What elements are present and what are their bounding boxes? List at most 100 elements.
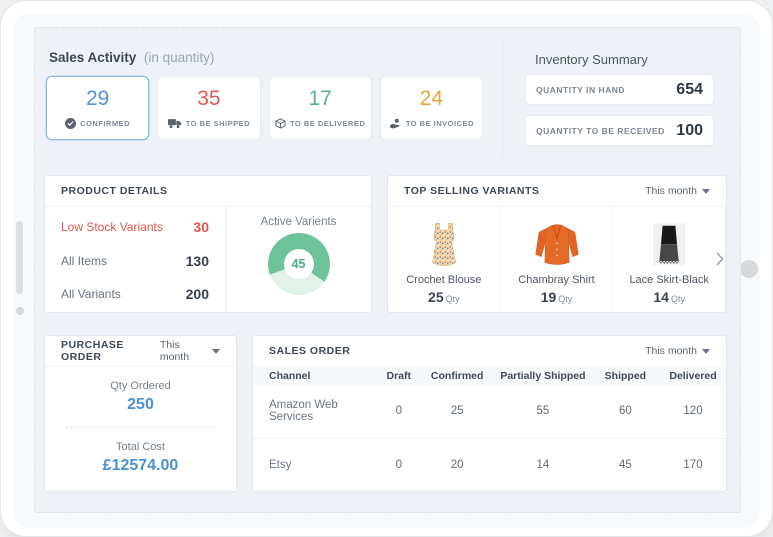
chambray-shirt-unit: Qty <box>558 294 572 304</box>
column-draft: Draft <box>378 370 419 382</box>
sales-order-table-header: Channel Draft Confirmed Partially Shippe… <box>253 366 726 385</box>
quantity-in-hand-row: QUANTITY IN HAND 654 <box>525 74 714 105</box>
home-button[interactable] <box>740 260 758 278</box>
aws-partially-shipped: 55 <box>495 405 591 417</box>
crochet-blouse-unit: Qty <box>446 294 460 304</box>
chambray-shirt-qty: 19 <box>541 289 557 305</box>
qty-ordered-value: 250 <box>127 396 154 414</box>
check-circle-icon <box>65 118 76 129</box>
sales-activity-title-text: Sales Activity <box>49 50 136 65</box>
column-shipped: Shipped <box>591 370 660 382</box>
chambray-shirt-name: Chambray Shirt <box>518 274 594 286</box>
confirmed-label: CONFIRMED <box>80 119 130 128</box>
all-items-label: All Items <box>61 254 107 268</box>
all-items-row[interactable]: All Items 130 <box>61 253 209 269</box>
inventory-summary-rows: QUANTITY IN HAND 654 QUANTITY TO BE RECE… <box>525 74 714 156</box>
crochet-blouse-image <box>419 217 469 271</box>
card-to-be-shipped[interactable]: 35 TO BE SHIPPED <box>157 76 260 140</box>
aws-draft: 0 <box>378 405 419 417</box>
chevron-down-icon <box>702 349 710 354</box>
product-details-panel: PRODUCT DETAILS Low Stock Variants 30 Al… <box>44 175 372 313</box>
lace-skirt-unit: Qty <box>671 294 685 304</box>
etsy-confirmed: 20 <box>419 459 495 471</box>
inventory-summary-title: Inventory Summary <box>535 52 648 67</box>
purchase-order-period-value: This month <box>160 339 207 363</box>
to-be-invoiced-label: TO BE INVOICED <box>406 119 474 128</box>
chevron-down-icon <box>212 349 220 354</box>
crochet-blouse-qty: 25 <box>428 289 444 305</box>
quantity-to-be-received-value: 100 <box>676 122 703 140</box>
product-details-title: PRODUCT DETAILS <box>61 185 167 197</box>
channel-name: Amazon Web Services <box>253 399 378 423</box>
lace-skirt-image <box>645 217 693 271</box>
carousel-next-icon[interactable] <box>716 252 724 266</box>
quantity-in-hand-value: 654 <box>676 81 703 99</box>
lace-skirt-qty: 14 <box>653 289 669 305</box>
confirmed-count: 29 <box>86 88 109 110</box>
sales-activity-cards: 29 CONFIRMED 35 TO BE SHIPPED <box>46 76 483 140</box>
sales-activity-subtitle-text: (in quantity) <box>144 50 215 65</box>
aws-confirmed: 25 <box>419 405 495 417</box>
card-to-be-invoiced[interactable]: 24 TO BE INVOICED <box>380 76 483 140</box>
to-be-delivered-label: TO BE DELIVERED <box>290 119 365 128</box>
to-be-shipped-count: 35 <box>197 88 220 110</box>
sales-order-period-value: This month <box>645 345 697 357</box>
tablet-frame: Sales Activity (in quantity) 29 CONFIRME… <box>0 0 773 537</box>
top-selling-item-lace-skirt[interactable]: Lace Skirt-Black 14Qty <box>613 207 726 312</box>
chambray-shirt-image <box>531 217 583 271</box>
aws-delivered: 120 <box>660 405 726 417</box>
top-selling-period-dropdown[interactable]: This month <box>645 185 710 197</box>
table-row-etsy[interactable]: Etsy 0 20 14 45 170 <box>253 438 726 492</box>
dashboard-screen: Sales Activity (in quantity) 29 CONFIRME… <box>13 13 760 528</box>
top-selling-item-crochet-blouse[interactable]: Crochet Blouse 25Qty <box>388 207 501 312</box>
etsy-draft: 0 <box>378 459 419 471</box>
product-details-list: Low Stock Variants 30 All Items 130 All … <box>45 207 226 312</box>
column-channel: Channel <box>253 370 378 382</box>
purchase-order-title: PURCHASE ORDER <box>61 339 160 363</box>
lace-skirt-name: Lace Skirt-Black <box>629 274 708 286</box>
chevron-down-icon <box>702 189 710 194</box>
truck-icon <box>168 118 182 129</box>
low-stock-variants-label: Low Stock Variants <box>61 220 163 234</box>
purchase-order-divider <box>66 427 216 428</box>
top-selling-variants-panel: TOP SELLING VARIANTS This month <box>387 175 727 313</box>
low-stock-variants-value: 30 <box>193 219 209 235</box>
card-to-be-delivered[interactable]: 17 TO BE DELIVERED <box>269 76 372 140</box>
etsy-partially-shipped: 14 <box>495 459 591 471</box>
sales-order-period-dropdown[interactable]: This month <box>645 345 710 357</box>
purchase-order-panel: PURCHASE ORDER This month Qty Ordered 25… <box>44 335 237 492</box>
total-cost-label: Total Cost <box>116 441 165 453</box>
total-cost-value: £12574.00 <box>103 457 179 475</box>
qty-ordered-label: Qty Ordered <box>110 380 171 392</box>
aws-shipped: 60 <box>591 405 660 417</box>
table-row-amazon-web-services[interactable]: Amazon Web Services 0 25 55 60 120 <box>253 385 726 438</box>
sales-activity-title: Sales Activity (in quantity) <box>49 50 214 65</box>
purchase-order-period-dropdown[interactable]: This month <box>160 339 220 363</box>
package-icon <box>275 118 286 129</box>
top-section-divider <box>502 38 503 156</box>
top-selling-period-value: This month <box>645 185 697 197</box>
all-variants-label: All Variants <box>61 287 121 301</box>
quantity-to-be-received-label: QUANTITY TO BE RECEIVED <box>536 126 665 136</box>
left-scroll-dot <box>16 307 24 315</box>
all-items-value: 130 <box>186 253 209 269</box>
quantity-in-hand-label: QUANTITY IN HAND <box>536 85 625 95</box>
etsy-shipped: 45 <box>591 459 660 471</box>
dashboard-content: Sales Activity (in quantity) 29 CONFIRME… <box>34 27 741 513</box>
low-stock-variants-row[interactable]: Low Stock Variants 30 <box>61 219 209 235</box>
etsy-delivered: 170 <box>660 459 726 471</box>
active-variants-label: Active Varients <box>261 216 337 228</box>
to-be-shipped-label: TO BE SHIPPED <box>186 119 250 128</box>
all-variants-row[interactable]: All Variants 200 <box>61 286 209 302</box>
quantity-to-be-received-row: QUANTITY TO BE RECEIVED 100 <box>525 115 714 146</box>
channel-name: Etsy <box>253 459 378 471</box>
active-variants-donut: 45 <box>268 233 330 295</box>
to-be-invoiced-count: 24 <box>420 88 443 110</box>
to-be-delivered-count: 17 <box>308 88 331 110</box>
left-scrollbar[interactable] <box>16 221 23 294</box>
column-partially-shipped: Partially Shipped <box>495 370 591 382</box>
column-delivered: Delivered <box>660 370 726 382</box>
column-confirmed: Confirmed <box>419 370 495 382</box>
top-selling-item-chambray-shirt[interactable]: Chambray Shirt 19Qty <box>501 207 614 312</box>
card-confirmed[interactable]: 29 CONFIRMED <box>46 76 149 140</box>
